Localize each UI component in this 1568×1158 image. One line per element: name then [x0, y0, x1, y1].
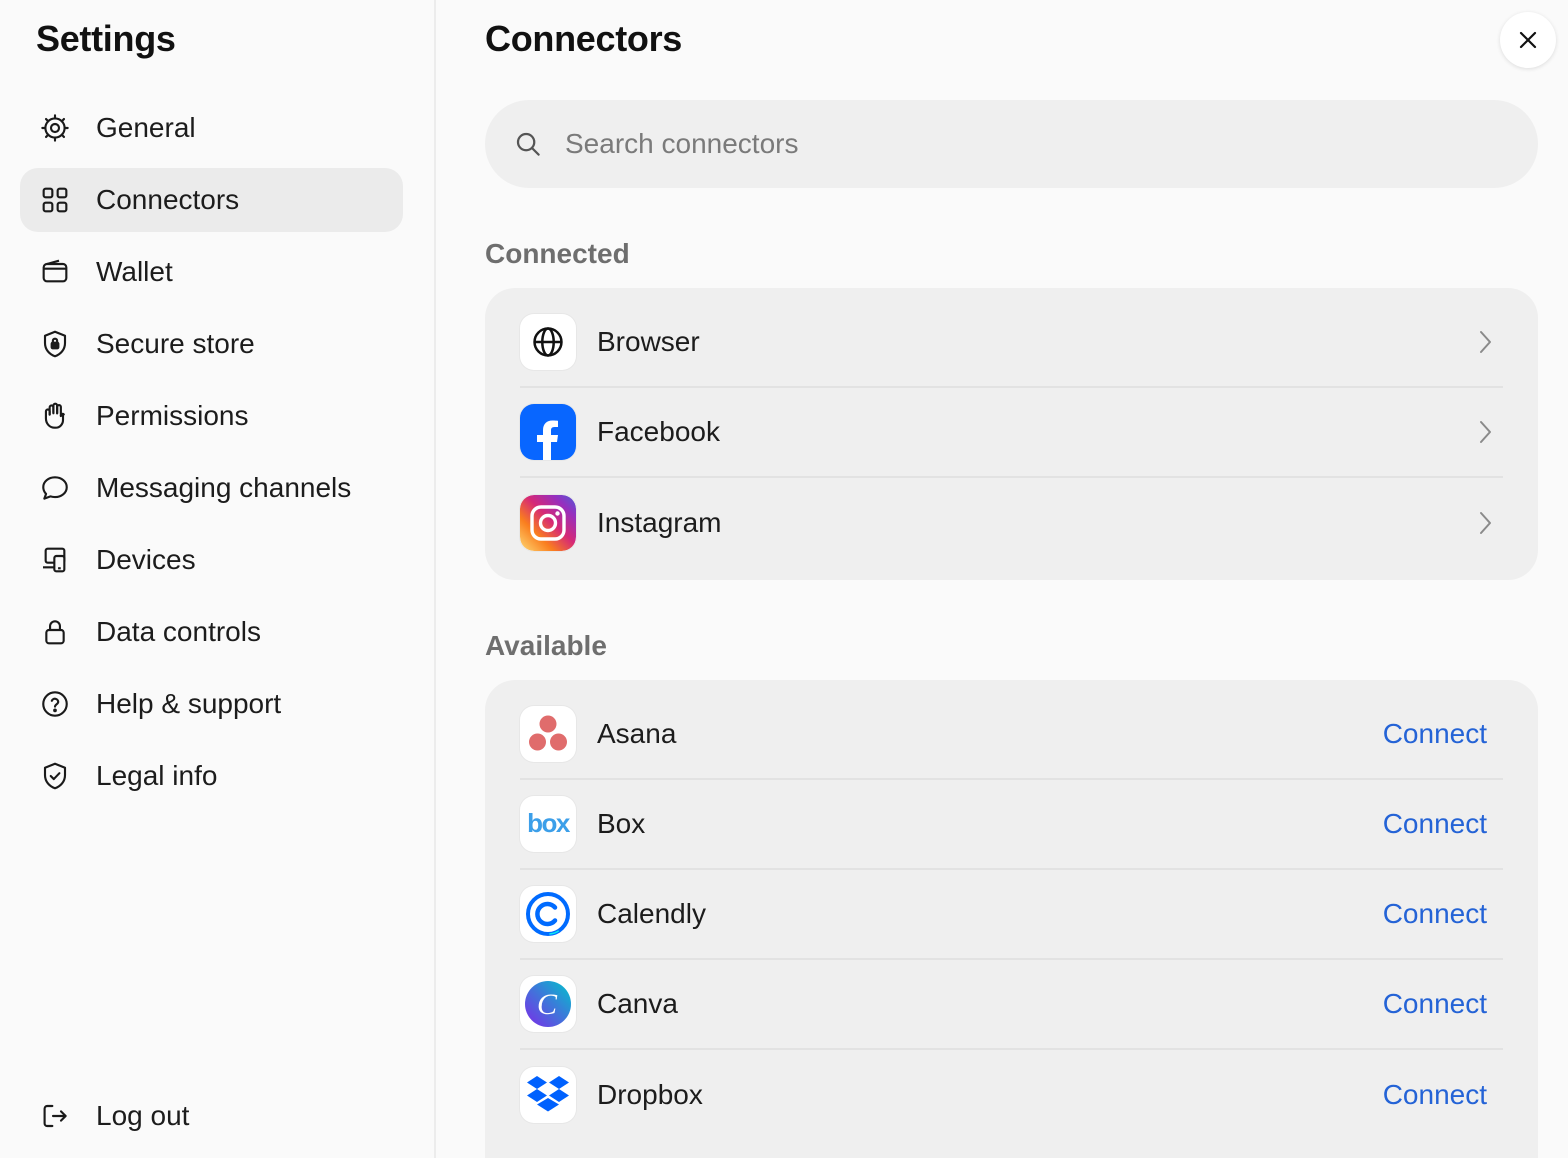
- shield-check-icon: [38, 759, 72, 793]
- connector-name: Browser: [597, 326, 700, 357]
- connector-name: Canva: [597, 988, 678, 1019]
- instagram-icon: [520, 495, 576, 551]
- connector-name: Dropbox: [597, 1079, 703, 1110]
- chevron-right-icon: [1475, 418, 1495, 446]
- svg-text:box: box: [527, 810, 571, 838]
- facebook-icon: [520, 404, 576, 460]
- sidebar-item-general[interactable]: General: [20, 96, 403, 160]
- connector-row-asana: Asana Connect: [520, 690, 1503, 780]
- sidebar-item-wallet[interactable]: Wallet: [20, 240, 403, 304]
- sidebar-item-permissions[interactable]: Permissions: [20, 384, 403, 448]
- sidebar-item-label: General: [96, 112, 196, 143]
- sidebar-item-label: Legal info: [96, 760, 218, 791]
- wallet-icon: [38, 255, 72, 289]
- close-icon: [1516, 28, 1540, 52]
- page-title: Connectors: [485, 18, 683, 59]
- connector-name: Calendly: [597, 898, 706, 929]
- sidebar-item-label: Data controls: [96, 616, 261, 647]
- settings-window: Settings General Connectors Wallet Secur…: [0, 0, 1568, 1158]
- sidebar-item-help-support[interactable]: Help & support: [20, 672, 403, 736]
- devices-icon: [38, 543, 72, 577]
- sidebar-item-legal-info[interactable]: Legal info: [20, 744, 403, 808]
- search-icon: [513, 129, 543, 159]
- sidebar-item-devices[interactable]: Devices: [20, 528, 403, 592]
- main-panel: Connectors Connected: [436, 0, 1568, 1158]
- asana-icon: [520, 706, 576, 762]
- connector-row-calendly: Calendly Connect: [520, 870, 1503, 960]
- connect-button-dropbox[interactable]: Connect: [1383, 1079, 1487, 1111]
- connector-name: Asana: [597, 718, 677, 749]
- sidebar-nav: General Connectors Wallet Secure store P…: [20, 96, 403, 816]
- logout-label: Log out: [96, 1100, 190, 1131]
- connect-button-asana[interactable]: Connect: [1383, 718, 1487, 750]
- connector-row-browser[interactable]: Browser: [520, 298, 1503, 388]
- search-input[interactable]: [565, 128, 1445, 160]
- grid-icon: [38, 183, 72, 217]
- sidebar-item-connectors[interactable]: Connectors: [20, 168, 403, 232]
- chat-bubble-icon: [38, 471, 72, 505]
- box-icon: box: [520, 796, 576, 852]
- connected-section-label: Connected: [485, 238, 630, 269]
- chevron-right-icon: [1475, 328, 1495, 356]
- connect-button-box[interactable]: Connect: [1383, 808, 1487, 840]
- connected-list: Browser Facebook Instagram: [485, 288, 1538, 580]
- connector-row-box: box Box Connect: [520, 780, 1503, 870]
- sidebar-item-messaging-channels[interactable]: Messaging channels: [20, 456, 403, 520]
- lock-icon: [38, 615, 72, 649]
- connect-button-calendly[interactable]: Connect: [1383, 898, 1487, 930]
- help-circle-icon: [38, 687, 72, 721]
- logout-icon: [38, 1099, 72, 1133]
- connect-button-canva[interactable]: Connect: [1383, 988, 1487, 1020]
- dropbox-icon: [520, 1067, 576, 1123]
- connector-row-dropbox: Dropbox Connect: [520, 1050, 1503, 1140]
- connector-name: Instagram: [597, 507, 722, 538]
- logout-button[interactable]: Log out: [20, 1084, 403, 1148]
- connector-row-instagram[interactable]: Instagram: [520, 478, 1503, 568]
- svg-text:C: C: [537, 988, 558, 1021]
- logout-section: Log out: [20, 1084, 403, 1156]
- sidebar-item-label: Permissions: [96, 400, 249, 431]
- sidebar-item-data-controls[interactable]: Data controls: [20, 600, 403, 664]
- sidebar-item-label: Help & support: [96, 688, 282, 719]
- close-button[interactable]: [1500, 12, 1556, 68]
- chevron-right-icon: [1475, 509, 1495, 537]
- connector-name: Facebook: [597, 416, 720, 447]
- connector-row-facebook[interactable]: Facebook: [520, 388, 1503, 478]
- sidebar: Settings General Connectors Wallet Secur…: [0, 0, 436, 1158]
- sidebar-item-secure-store[interactable]: Secure store: [20, 312, 403, 376]
- available-list: Asana Connect box Box Connect Calendly C…: [485, 680, 1538, 1158]
- shield-lock-icon: [38, 327, 72, 361]
- canva-icon: C: [520, 976, 576, 1032]
- calendly-icon: [520, 886, 576, 942]
- connector-name: Box: [597, 808, 646, 839]
- search-bar[interactable]: [485, 100, 1538, 188]
- sidebar-item-label: Devices: [96, 544, 196, 575]
- connector-row-canva: C Canva Connect: [520, 960, 1503, 1050]
- sidebar-item-label: Connectors: [96, 184, 240, 215]
- sidebar-item-label: Messaging channels: [96, 472, 352, 503]
- gear-icon: [38, 111, 72, 145]
- sidebar-title: Settings: [36, 18, 176, 59]
- globe-icon: [520, 314, 576, 370]
- available-section-label: Available: [485, 630, 607, 661]
- sidebar-item-label: Secure store: [96, 328, 255, 359]
- sidebar-item-label: Wallet: [96, 256, 173, 287]
- hand-icon: [38, 399, 72, 433]
